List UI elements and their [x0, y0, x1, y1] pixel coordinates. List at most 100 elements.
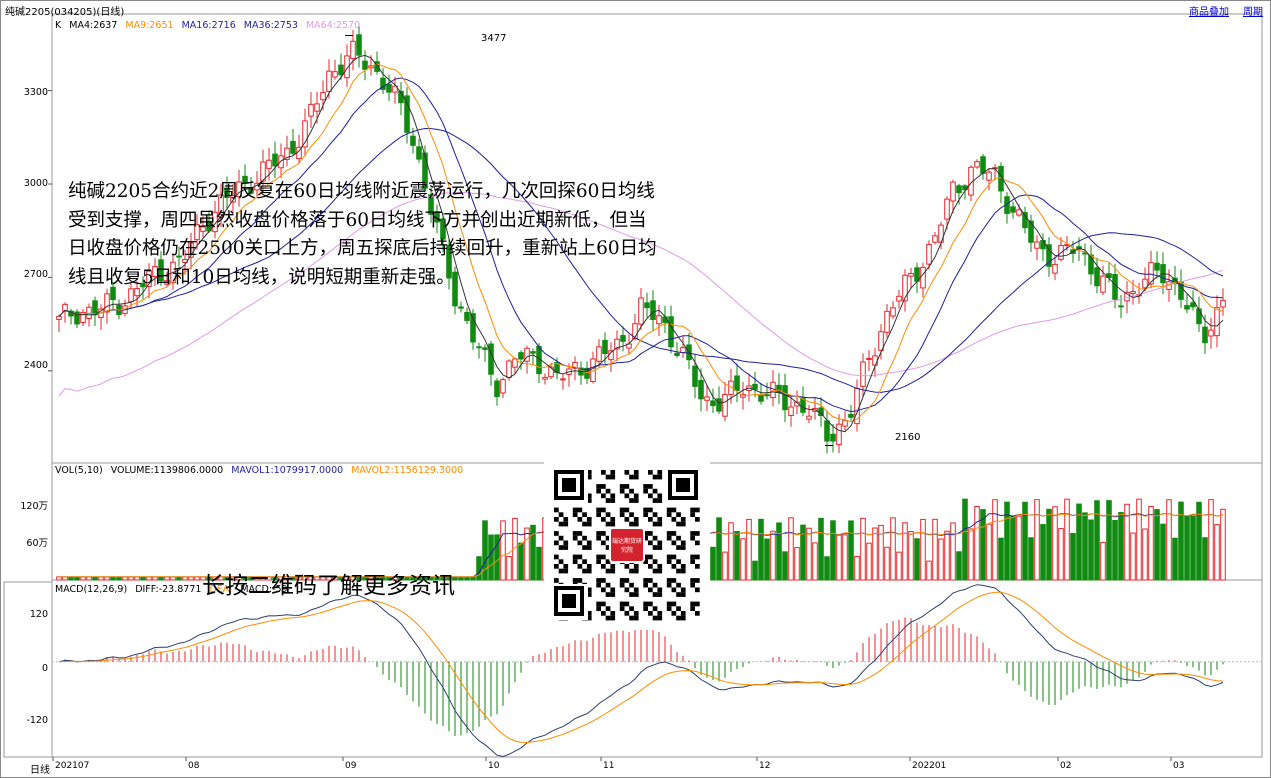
qr-module — [554, 517, 559, 522]
macd-tick-neg120: -120 — [26, 715, 48, 726]
candle-body — [950, 181, 956, 202]
period-label: 日线 — [30, 765, 50, 776]
qr-module — [577, 507, 583, 513]
qr-module — [680, 611, 686, 616]
candle-body — [1142, 278, 1148, 289]
qr-module — [657, 592, 663, 597]
qr-module — [676, 535, 681, 541]
qr-module — [582, 545, 587, 550]
qr-module — [676, 521, 681, 527]
candle-body — [890, 307, 896, 317]
candle-body — [848, 413, 854, 418]
qr-module — [610, 592, 616, 597]
qr-module — [652, 488, 658, 494]
qr-module — [554, 554, 559, 560]
qr-module — [572, 531, 578, 536]
qr-module — [633, 517, 639, 522]
qr-module — [629, 606, 634, 611]
qr-module — [596, 554, 601, 560]
candle-body — [332, 71, 338, 78]
candle-body — [386, 83, 392, 93]
volume-bar — [974, 506, 980, 581]
candle-body — [56, 315, 62, 320]
volume-bar — [776, 522, 782, 581]
qr-module — [577, 554, 583, 560]
ma9-label: MA9:2651 — [125, 20, 174, 31]
volume-bar — [890, 517, 896, 581]
candle-body — [698, 379, 704, 400]
qr-module — [652, 545, 658, 550]
candle-body — [692, 365, 698, 387]
qr-module — [690, 578, 695, 583]
qr-module — [596, 582, 601, 588]
candle-body — [1184, 305, 1190, 310]
volume-bar — [806, 527, 812, 581]
qr-module — [666, 578, 672, 583]
volume-bar — [1058, 528, 1064, 581]
qr-module — [643, 484, 648, 489]
candle-body — [602, 339, 608, 355]
candle-body — [1202, 326, 1208, 344]
qr-module — [610, 474, 616, 480]
candle-body — [1208, 329, 1214, 337]
volume-bar — [854, 555, 860, 581]
qr-module — [676, 592, 681, 597]
qr-module — [601, 470, 606, 475]
ma16-label: MA16:2716 — [181, 20, 236, 31]
qr-module — [680, 615, 686, 621]
volume-bar — [1070, 533, 1076, 581]
qr-module — [596, 512, 601, 517]
volume-bar — [896, 551, 902, 581]
volume-bar — [968, 528, 974, 581]
candle-body — [980, 156, 986, 174]
candle-body — [788, 406, 794, 416]
qr-module — [680, 521, 686, 527]
price-tick-3000: 3000 — [23, 178, 48, 189]
qr-module — [633, 521, 639, 527]
qr-module — [624, 470, 630, 475]
qr-module — [666, 512, 672, 517]
candle-body — [824, 420, 830, 442]
qr-module — [554, 531, 559, 536]
volume-bar — [902, 522, 908, 581]
volume-bar — [536, 546, 542, 581]
candle-body — [860, 361, 866, 387]
x-tick-11: 11 — [603, 761, 615, 771]
qr-module — [562, 478, 576, 492]
candle-body — [866, 357, 872, 360]
volume-bar — [764, 538, 770, 581]
qr-module — [610, 568, 616, 574]
qr-module — [572, 559, 578, 564]
qr-module — [633, 615, 639, 621]
qr-module — [657, 474, 663, 480]
qr-module — [605, 498, 611, 503]
qr-module — [610, 517, 616, 522]
overlay-link[interactable]: 商品叠加 — [1189, 3, 1229, 18]
volume-bar — [1064, 498, 1070, 581]
candle-body — [908, 273, 914, 277]
period-link[interactable]: 周期 — [1243, 3, 1263, 18]
candle-body — [362, 60, 368, 70]
candle-body — [1130, 290, 1136, 295]
qr-module — [695, 531, 700, 536]
candle-body — [464, 312, 470, 321]
candle-body — [710, 400, 716, 407]
qr-module — [680, 587, 686, 593]
kline-chart — [0, 0, 1271, 778]
qr-module — [648, 540, 653, 546]
candle-body — [650, 300, 656, 321]
qr-module — [582, 535, 587, 541]
qr-module — [680, 592, 686, 597]
qr-module — [596, 559, 601, 564]
qr-module — [666, 507, 672, 513]
qr-module — [657, 517, 663, 522]
qr-module — [596, 578, 601, 583]
candle-body — [410, 135, 416, 146]
candle-body — [758, 394, 764, 402]
candle-body — [764, 394, 770, 397]
qr-module — [633, 587, 639, 593]
qr-module — [676, 606, 681, 611]
volume-bar — [1202, 537, 1208, 581]
qr-module — [596, 488, 601, 494]
qr-module — [657, 545, 663, 550]
